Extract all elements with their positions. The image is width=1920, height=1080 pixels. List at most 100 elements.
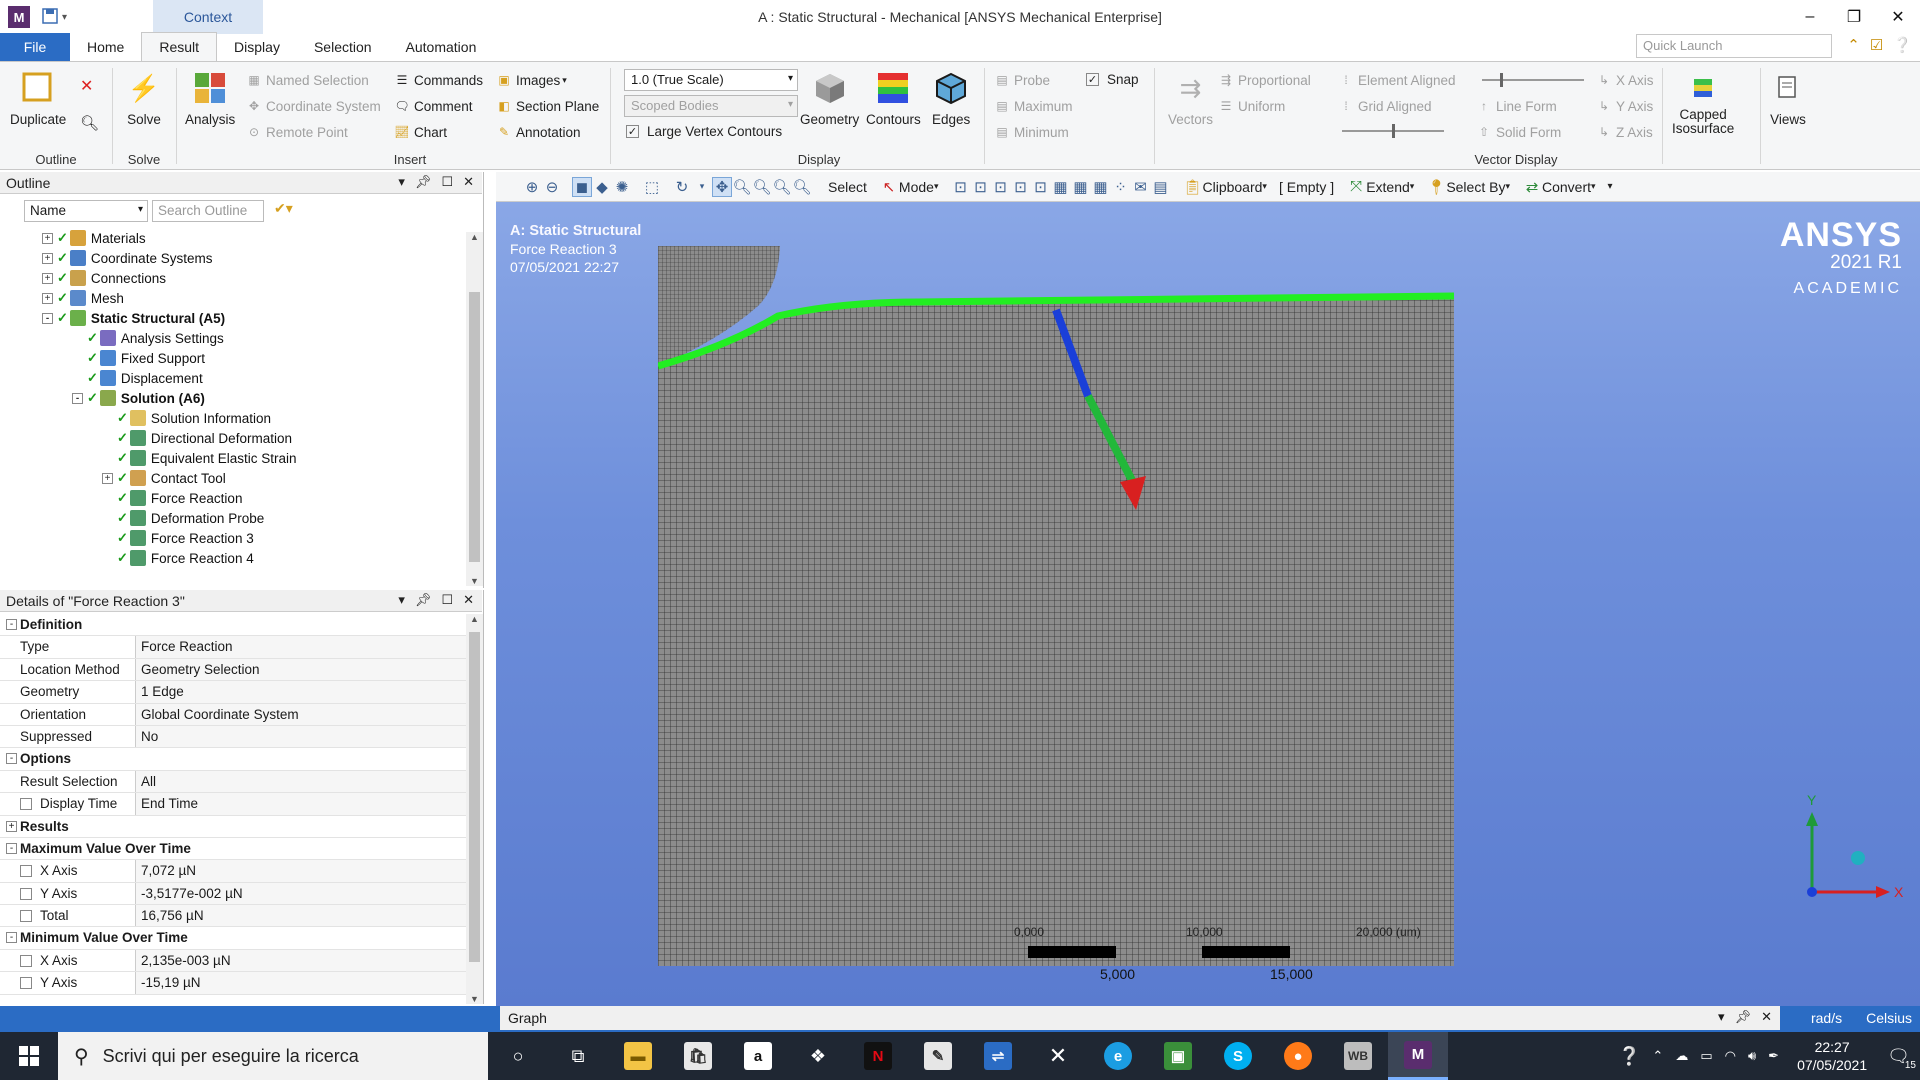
select-point-icon[interactable]: ⊡	[950, 177, 970, 197]
remote-point-button[interactable]: ⊙ Remote Point	[246, 124, 348, 140]
select-by-button[interactable]: 📍︎ Select By ▾	[1420, 177, 1516, 197]
uniform-button[interactable]: ☰ Uniform	[1218, 98, 1286, 114]
select-history-icon[interactable]: ▤	[1150, 177, 1170, 197]
temperature-unit[interactable]: Celsius	[1866, 1010, 1912, 1026]
toolbar-overflow-icon[interactable]: ▾	[1602, 181, 1619, 192]
mesh-model[interactable]	[658, 246, 1458, 966]
vectors-button[interactable]: ⇉ Vectors	[1168, 70, 1213, 128]
feedback-icon[interactable]: ☑	[1870, 36, 1883, 54]
notifications-icon[interactable]: 🗨︎ 15	[1887, 1046, 1916, 1071]
onedrive-icon[interactable]: ☁	[1675, 1048, 1688, 1064]
details-scroll-thumb[interactable]	[469, 632, 480, 962]
find-icon[interactable]: 🔍︎	[80, 114, 99, 132]
coordinate-system-button[interactable]: ✥ Coordinate System	[246, 98, 381, 114]
tab-file[interactable]: File	[0, 33, 70, 61]
cube-view-icon[interactable]: ◼	[572, 176, 592, 197]
maximize-icon[interactable]: ☐	[441, 592, 453, 608]
outline-scrollbar[interactable]: ▲ ▼	[466, 232, 483, 586]
dropdown-icon[interactable]: ▾	[398, 592, 405, 608]
section-toggle-icon[interactable]: -	[6, 619, 17, 630]
zoom-box-icon[interactable]: 🔍︎	[752, 177, 772, 197]
section-toggle-icon[interactable]: +	[6, 820, 17, 832]
volume-icon[interactable]: 🔊︎	[1748, 1048, 1756, 1064]
mode-button[interactable]: ↖ Mode ▾	[873, 177, 945, 197]
tree-node[interactable]: ✓ Deformation Probe	[102, 508, 264, 528]
details-value[interactable]: Geometry Selection	[136, 658, 466, 681]
restore-button[interactable]: ❐	[1832, 0, 1876, 34]
show-hidden-icons-icon[interactable]: ⌃	[1652, 1048, 1663, 1064]
skype-icon[interactable]: S	[1208, 1032, 1268, 1080]
pan-dropdown-icon[interactable]: ▾	[692, 177, 712, 197]
tree-node[interactable]: ✓ Solution Information	[102, 408, 271, 428]
details-section[interactable]: - Maximum Value Over Time	[0, 837, 466, 861]
details-value[interactable]: 1 Edge	[136, 681, 466, 703]
pan-icon[interactable]: ✥	[712, 176, 732, 197]
tree-expander-icon[interactable]: -	[72, 392, 83, 404]
scoped-bodies-dropdown[interactable]: Scoped Bodies ▾	[624, 95, 798, 117]
pin-icon[interactable]: 📌︎	[1735, 1009, 1752, 1025]
tree-node[interactable]: - ✓ Static Structural (A5)	[42, 308, 225, 328]
task-view-icon[interactable]: ⧉	[548, 1032, 608, 1080]
tab-result[interactable]: Result	[141, 32, 218, 61]
section-plane-button[interactable]: ◧ Section Plane	[496, 98, 599, 114]
duplicate-button[interactable]: Duplicate	[10, 70, 66, 127]
tree-node[interactable]: ✓ Force Reaction 3	[102, 528, 254, 548]
section-toggle-icon[interactable]: -	[6, 932, 17, 944]
zoom-in-icon[interactable]: ⊕	[522, 177, 542, 197]
tree-node[interactable]: ✓ Fixed Support	[72, 348, 205, 368]
edge-icon[interactable]: e	[1088, 1032, 1148, 1080]
wireframe-icon[interactable]: ✺	[612, 177, 632, 197]
probe-button[interactable]: ▤ Probe	[994, 72, 1050, 88]
graphics-viewport[interactable]: A: Static Structural Force Reaction 3 07…	[496, 202, 1920, 1006]
select-vertex-icon[interactable]: ⊡	[970, 177, 990, 197]
details-value[interactable]: No	[136, 725, 466, 748]
proportional-button[interactable]: ⇶ Proportional	[1218, 72, 1311, 88]
help-icon[interactable]: ❔	[1618, 1046, 1640, 1067]
details-value[interactable]: Force Reaction	[136, 636, 466, 658]
screen-app-icon[interactable]: ▣	[1148, 1032, 1208, 1080]
firefox-icon[interactable]: ●	[1268, 1032, 1328, 1080]
store-icon[interactable]: 🛍︎	[668, 1032, 728, 1080]
netflix-icon[interactable]: N	[848, 1032, 908, 1080]
large-vertex-contours-checkbox[interactable]: ✓ Large Vertex Contours	[626, 124, 782, 139]
quick-launch-input[interactable]: Quick Launch	[1636, 34, 1832, 58]
capped-isosurface-button[interactable]: Capped Isosurface	[1672, 70, 1734, 136]
tree-node[interactable]: + ✓ Materials	[42, 228, 146, 248]
chart-button[interactable]: 📈︎ Chart	[394, 124, 447, 140]
zoom-icon[interactable]: 🔍︎	[732, 177, 752, 197]
solid-form-button[interactable]: ⇧ Solid Form	[1476, 124, 1561, 140]
close-icon[interactable]: ✕	[463, 174, 474, 190]
wifi-icon[interactable]: ◠	[1725, 1048, 1736, 1064]
close-icon[interactable]: ✕	[463, 592, 474, 608]
clock[interactable]: 22:27 07/05/2021	[1797, 1038, 1867, 1074]
tree-node[interactable]: ✓ Equivalent Elastic Strain	[102, 448, 296, 468]
notepad-icon[interactable]: ✎	[908, 1032, 968, 1080]
details-row[interactable]: Suppressed No	[0, 725, 466, 749]
tree-node[interactable]: + ✓ Connections	[42, 268, 166, 288]
tree-node[interactable]: ✓ Force Reaction 4	[102, 548, 254, 568]
cube-solid-icon[interactable]: ◆	[592, 177, 612, 197]
filter-type-dropdown[interactable]: Name ▾	[24, 200, 148, 222]
close-icon[interactable]: ✕	[1761, 1009, 1772, 1025]
battery-icon[interactable]: ▭	[1700, 1048, 1712, 1064]
pen-icon[interactable]: ✒	[1768, 1048, 1779, 1064]
tree-node[interactable]: ✓ Displacement	[72, 368, 203, 388]
details-section[interactable]: + Results	[0, 815, 466, 838]
file-explorer-icon[interactable]: ▬	[608, 1032, 668, 1080]
x-app-icon[interactable]: ✕	[1028, 1032, 1088, 1080]
details-value[interactable]: 2,135e-003 µN	[136, 949, 466, 972]
tree-expander-icon[interactable]: +	[42, 292, 53, 304]
dropdown-icon[interactable]: ▾	[398, 174, 405, 190]
contours-button[interactable]: Contours	[866, 70, 921, 127]
details-section[interactable]: - Options	[0, 748, 466, 771]
details-row[interactable]: Display Time End Time	[0, 793, 466, 816]
tree-expander-icon[interactable]: +	[42, 252, 53, 264]
y-axis-button[interactable]: ↳ Y Axis	[1596, 98, 1653, 114]
zoom-out-icon[interactable]: ⊖	[542, 177, 562, 197]
section-toggle-icon[interactable]: -	[6, 753, 17, 765]
details-value[interactable]: End Time	[136, 793, 466, 815]
outline-scroll-thumb[interactable]	[469, 292, 480, 562]
filter-options-icon[interactable]: ✔▾	[274, 200, 293, 222]
maximum-button[interactable]: ▤ Maximum	[994, 98, 1072, 114]
details-row[interactable]: X Axis 2,135e-003 µN	[0, 949, 466, 973]
